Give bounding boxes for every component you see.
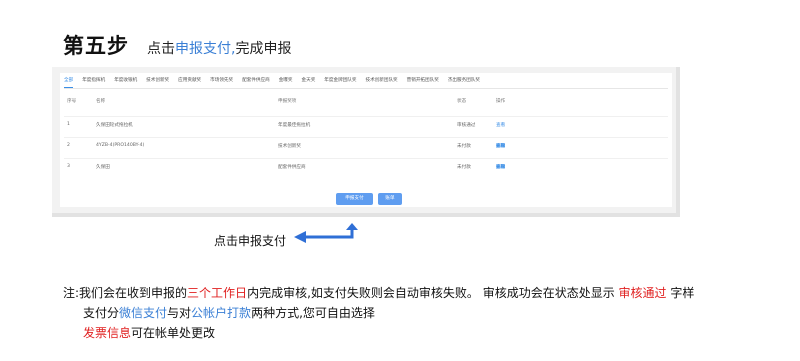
step-heading: 第五步 点击申报支付,完成申报 (63, 30, 291, 60)
header-status: 状态 (457, 99, 467, 104)
tab-11[interactable]: 营销开拓团队奖 (407, 75, 439, 88)
table-row: 1 久保田轮式拖拉机 年度最佳拖拉机 审核通过 查看 (64, 116, 668, 129)
tab-5[interactable]: 市场领先奖 (210, 75, 233, 88)
declare-pay-button[interactable]: 申报支付 (336, 193, 373, 205)
header-no: 序号 (67, 99, 77, 104)
op-link[interactable]: 删除 (496, 164, 505, 170)
cell-no: 2 (67, 143, 70, 148)
cell-name: 久保田轮式拖拉机 (96, 123, 133, 128)
tab-10[interactable]: 技术创新团队奖 (365, 75, 397, 88)
note-line-3: 发票信息可在帐单处更改 (83, 326, 216, 340)
tab-3[interactable]: 技术创新奖 (146, 75, 169, 88)
tab-1[interactable]: 年度指挥机 (82, 75, 105, 88)
cell-name: 久保田 (96, 165, 110, 170)
cell-no: 1 (67, 122, 70, 127)
cell-type: 年度最佳拖拉机 (278, 123, 311, 128)
tab-6[interactable]: 配套件供应商 (242, 75, 270, 88)
note-line-1: 注:我们会在收到申报的三个工作日内完成审核,如支付失败则会自动审核失败。 审核成… (63, 286, 695, 300)
tab-9[interactable]: 年度金牌团队奖 (324, 75, 356, 88)
screenshot-frame: 全部 年度指挥机 年度收银机 技术创新奖 应用贡献奖 市场领先奖 配套件供应商 金曝奖 金天奖年… (52, 67, 680, 217)
table-header: 序号 名称 申报奖项 状态 操作 (64, 98, 668, 108)
cell-status: 未付款 (457, 144, 471, 149)
cell-no: 3 (67, 164, 70, 169)
op-link[interactable]: 删除 (496, 143, 505, 149)
pointer-arrow-icon (294, 223, 358, 243)
header-op: 操作 (496, 99, 506, 104)
table-row: 2 4YZB-4(PRO140BY-4) 技术创新奖 未付款 查看 编辑 删除 (64, 137, 668, 150)
notes: 注:我们会在收到申报的三个工作日内完成审核,如支付失败则会自动审核失败。 审核成… (63, 283, 694, 343)
cell-type: 技术创新奖 (278, 144, 301, 149)
arrow-label: 点击申报支付 (214, 234, 287, 248)
cell-status: 未付款 (457, 165, 471, 170)
tab-4[interactable]: 应用贡献奖 (178, 75, 201, 88)
tab-2[interactable]: 年度收银机 (114, 75, 137, 88)
header-name: 名称 (96, 99, 106, 104)
header-type: 申报奖项 (278, 99, 297, 104)
step-number: 第五步 (63, 34, 129, 58)
award-tabs: 全部 年度指挥机 年度收银机 技术创新奖 应用贡献奖 市场领先奖 配套件供应商 金曝奖 金天奖年… (64, 75, 668, 89)
bill-button[interactable]: 账单 (378, 193, 402, 205)
tab-0[interactable]: 全部 (64, 75, 74, 88)
tab-7[interactable]: 金曝奖 (279, 75, 293, 88)
tab-12[interactable]: 杰出服务团队奖 (448, 75, 480, 88)
cell-status: 审核通过 (457, 123, 476, 128)
table-row: 3 久保田 配套件供应商 未付款 查看 编辑 删除 (64, 158, 668, 171)
note-line-2: 支付分微信支付与对公帐户打款两种方式,您可自由选择 (83, 306, 375, 320)
cell-type: 配套件供应商 (278, 165, 306, 170)
tab-8[interactable]: 金天奖 (302, 75, 316, 88)
step-description: 点击申报支付,完成申报 (147, 41, 292, 57)
op-link[interactable]: 查看 (496, 122, 505, 128)
cell-name: 4YZB-4(PRO140BY-4) (96, 143, 145, 148)
declaration-panel: 全部 年度指挥机 年度收银机 技术创新奖 应用贡献奖 市场领先奖 配套件供应商 金曝奖 金天奖年… (60, 73, 672, 207)
